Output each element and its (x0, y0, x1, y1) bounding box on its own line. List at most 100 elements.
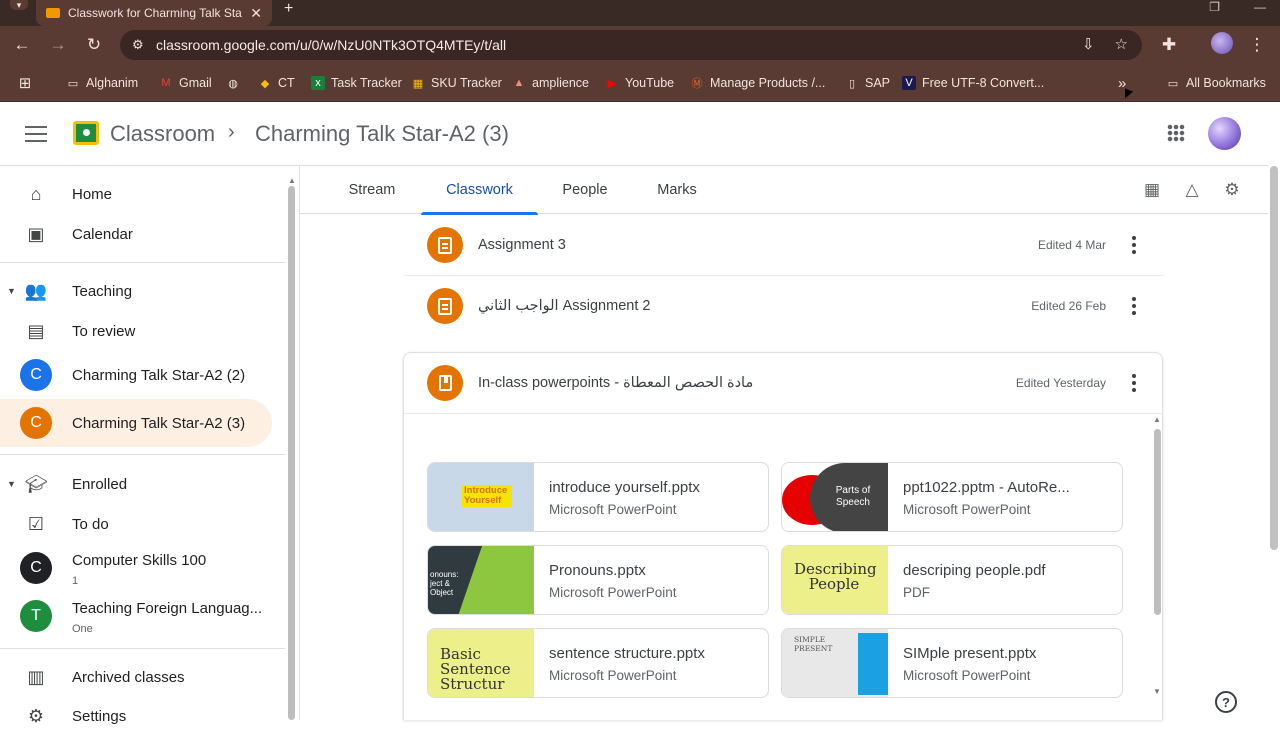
sidebar-item-label: Teaching (72, 282, 133, 300)
bookmark-amplience[interactable]: ▲ amplience (512, 73, 589, 93)
all-bookmarks-label: All Bookmarks (1186, 76, 1266, 90)
tab-classwork[interactable]: Classwork (421, 166, 538, 215)
sidebar-item-label: Computer Skills 100 (72, 552, 207, 569)
classwork-item-title: Assignment 3 (478, 237, 566, 253)
folder-icon: ▭ (67, 77, 79, 90)
classwork-item-edited: Edited 26 Feb (1031, 299, 1106, 313)
class-settings-gear-icon[interactable]: ⚙ (1220, 178, 1244, 202)
bookmark-alghanim[interactable]: ▭ Alghanim (66, 73, 138, 93)
bookmark-manage-products[interactable]: Ⓜ Manage Products /... (690, 73, 826, 93)
bookmark-youtube[interactable]: ▶ YouTube (605, 73, 674, 93)
attachment-type: Microsoft PowerPoint (903, 502, 1031, 517)
sidebar-item-class-selected[interactable]: C Charming Talk Star-A2 (3) (0, 399, 272, 447)
google-apps-icon[interactable] (1167, 124, 1185, 142)
caret-down-icon[interactable]: ▼ (7, 479, 16, 489)
tab-search-button[interactable]: ▾ (10, 0, 28, 10)
sidebar-item-calendar[interactable]: ▣ Calendar (0, 210, 272, 258)
bookmark-ct[interactable]: ◆ CT (258, 73, 295, 93)
browser-tab-active[interactable]: Classwork for Charming Talk Star-A2 (3) … (36, 0, 272, 26)
sidebar-item-class[interactable]: C Charming Talk Star-A2 (2) (0, 351, 272, 399)
attachment-card[interactable]: Parts of Speech ppt1022.pptm - AutoRe...… (781, 462, 1123, 532)
attachment-card[interactable]: Introduce Yourself introduce yourself.pp… (427, 462, 769, 532)
google-calendar-icon[interactable]: ▦ (1140, 178, 1164, 202)
extensions-icon[interactable]: ✚ (1156, 32, 1182, 58)
sidebar-item-label: To do (72, 515, 109, 533)
tab-people[interactable]: People (552, 166, 618, 214)
attachments-scrollbar-thumb[interactable] (1154, 429, 1161, 615)
scroll-up-arrow-icon[interactable]: ▲ (288, 176, 296, 185)
card-divider (404, 413, 1162, 414)
more-options-icon[interactable] (1124, 235, 1144, 255)
sidebar-item-class[interactable]: T Teaching Foreign Languag... One (0, 592, 272, 640)
class-avatar: C (20, 552, 52, 584)
scroll-down-arrow-icon[interactable]: ▼ (1153, 687, 1161, 696)
thumbnail-text: SIMPLE PRESENT (794, 635, 833, 653)
classwork-item-title: الواجب الثاني Assignment 2 (478, 298, 651, 314)
new-tab-icon[interactable]: + (284, 0, 293, 18)
page-scrollbar-thumb[interactable] (1270, 166, 1278, 550)
close-tab-icon[interactable]: ✕ (250, 5, 262, 22)
sidebar-item-label: Home (72, 185, 113, 203)
more-options-icon[interactable] (1124, 296, 1144, 316)
bookmark-gmail[interactable]: M Gmail (159, 73, 211, 93)
material-title[interactable]: In-class powerpoints - مادة الحصص المعطا… (478, 375, 753, 391)
bookmark-sap[interactable]: ▯ SAP (845, 73, 890, 93)
classroom-header: Classroom › Charming Talk Star-A2 (3) (0, 102, 1268, 166)
all-bookmarks[interactable]: ▭ All Bookmarks (1166, 73, 1266, 93)
forward-icon[interactable]: → (45, 32, 71, 58)
tab-marks[interactable]: Marks (648, 166, 706, 214)
classwork-item[interactable]: الواجب الثاني Assignment 2 Edited 26 Feb (404, 276, 1164, 336)
bookmark-utf8[interactable]: V Free UTF-8 Convert... (902, 73, 1044, 93)
tab-stream[interactable]: Stream (340, 166, 404, 214)
user-avatar[interactable] (1208, 117, 1241, 150)
browser-menu-icon[interactable]: ⋮ (1244, 32, 1270, 58)
minimize-window-icon[interactable]: — (1254, 0, 1266, 14)
main-menu-icon[interactable] (22, 122, 50, 146)
attachment-card[interactable]: SIMPLE PRESENT SIMple present.pptx Micro… (781, 628, 1123, 698)
attachment-card[interactable]: Basic Sentence Structur sentence structu… (427, 628, 769, 698)
install-app-icon[interactable]: ⇩ (1082, 35, 1095, 53)
help-icon[interactable]: ? (1215, 691, 1237, 713)
class-name-title[interactable]: Charming Talk Star-A2 (3) (255, 121, 509, 147)
caret-down-icon[interactable]: ▼ (7, 286, 16, 296)
scroll-up-arrow-icon[interactable]: ▲ (1153, 415, 1161, 424)
browser-profile-avatar[interactable] (1211, 32, 1233, 54)
address-bar[interactable]: ⚙ classroom.google.com/u/0/w/NzU0NTk3OTQ… (120, 30, 1142, 60)
attachment-card[interactable]: onouns: ject & Object Pronouns.pptx Micr… (427, 545, 769, 615)
amplience-icon: ▲ (513, 77, 525, 89)
bookmark-label: SAP (865, 76, 891, 90)
classroom-logo-icon[interactable] (73, 121, 99, 145)
url-text[interactable]: classroom.google.com/u/0/w/NzU0NTk3OTQ4M… (156, 37, 506, 53)
google-drive-icon[interactable]: △ (1180, 178, 1204, 202)
window-controls: ❐ — (1209, 0, 1266, 14)
bookmark-star-icon[interactable]: ☆ (1115, 35, 1128, 53)
attachments-scrollbar[interactable]: ▲ ▼ (1153, 415, 1162, 701)
restore-window-icon[interactable]: ❐ (1209, 0, 1220, 14)
bookmark-label: amplience (532, 76, 589, 90)
bookmark-sku-tracker[interactable]: ▦ SKU Tracker (411, 73, 502, 93)
attachment-thumbnail: onouns: ject & Object (428, 546, 534, 614)
utf8-icon: V (902, 76, 916, 90)
sidebar-item-class[interactable]: C Computer Skills 100 1 (0, 544, 272, 592)
site-info-icon[interactable]: ⚙ (132, 37, 156, 53)
more-options-icon[interactable] (1124, 373, 1144, 393)
sidebar-scrollbar[interactable]: ▲ (287, 176, 296, 720)
classwork-item[interactable]: Assignment 3 Edited 4 Mar (404, 215, 1164, 275)
app-name[interactable]: Classroom (110, 121, 215, 147)
back-icon[interactable]: ← (9, 32, 35, 58)
sidebar-item-to-review[interactable]: ▤ To review (0, 307, 272, 355)
page-scrollbar[interactable] (1268, 102, 1280, 720)
sidebar-divider (0, 454, 285, 455)
sidebar-item-to-do[interactable]: ☑ To do (0, 500, 272, 548)
attachment-thumbnail: Describing People (782, 546, 888, 614)
attachment-name: Pronouns.pptx (549, 562, 646, 579)
attachment-name: SIMple present.pptx (903, 645, 1037, 662)
attachment-card[interactable]: Describing People descriping people.pdf … (781, 545, 1123, 615)
bookmark-task-tracker[interactable]: x Task Tracker (311, 73, 402, 93)
sidebar-item-settings[interactable]: ⚙ Settings (0, 692, 272, 740)
sidebar-divider (0, 648, 285, 649)
reload-icon[interactable]: ↻ (81, 32, 107, 58)
sidebar-scrollbar-thumb[interactable] (288, 186, 295, 720)
apps-grid-icon[interactable]: ⊞ (18, 73, 32, 93)
bookmark-globe[interactable]: ◍ (226, 73, 240, 93)
